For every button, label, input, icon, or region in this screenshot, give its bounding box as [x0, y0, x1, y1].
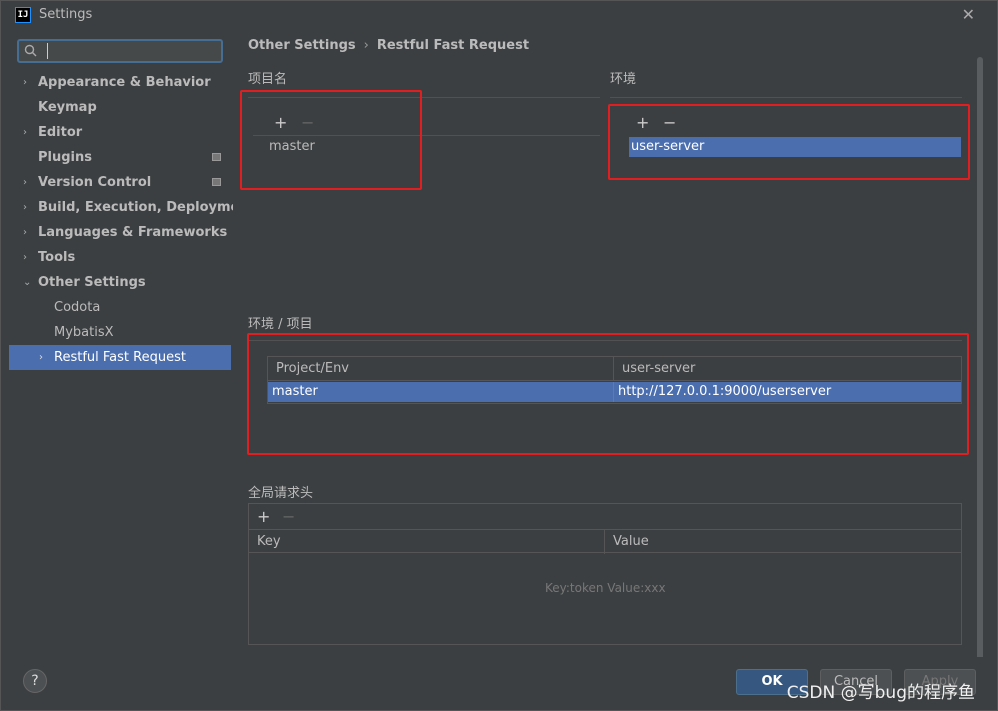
mapping-table: Project/Env user-server master http://12…: [267, 356, 962, 404]
sidebar-item-keymap[interactable]: Keymap: [9, 95, 231, 120]
sidebar-item-label: Plugins: [38, 150, 92, 165]
sidebar-item-label: MybatisX: [54, 325, 114, 340]
remove-header-button[interactable]: −: [282, 509, 295, 525]
mapping-section-divider: [248, 340, 962, 341]
sidebar-item-build[interactable]: › Build, Execution, Deployment: [9, 195, 255, 220]
intellij-logo-icon: IJ: [15, 7, 31, 23]
breadcrumb: Other Settings › Restful Fast Request: [248, 38, 529, 53]
sidebar-item-mybatisx[interactable]: MybatisX: [9, 320, 231, 345]
table-cell-url[interactable]: http://127.0.0.1:9000/userserver: [614, 382, 961, 402]
help-button[interactable]: ?: [23, 669, 47, 693]
sidebar-item-label: Version Control: [38, 175, 152, 190]
search-icon: [24, 44, 38, 58]
sidebar-item-label: Other Settings: [38, 275, 146, 290]
add-project-button[interactable]: +: [274, 115, 287, 131]
project-level-icon: [212, 178, 221, 186]
remove-project-button[interactable]: −: [301, 115, 314, 131]
project-list-divider: [253, 135, 600, 136]
env-section-divider: [610, 97, 962, 98]
chevron-right-icon: ›: [23, 127, 27, 138]
chevron-right-icon: ›: [23, 227, 27, 238]
sidebar-item-codota[interactable]: Codota: [9, 295, 231, 320]
sidebar-item-label: Appearance & Behavior: [38, 75, 211, 90]
mapping-section-title: 环境 / 项目: [248, 317, 313, 332]
project-level-icon: [212, 153, 221, 161]
chevron-right-icon: ›: [39, 352, 43, 363]
chevron-right-icon: ›: [23, 202, 27, 213]
dialog-footer: ? OK Cancel Apply CSDN @写bug的程序鱼: [9, 657, 993, 707]
column-header[interactable]: Value: [605, 530, 961, 554]
csdn-watermark: CSDN @写bug的程序鱼: [786, 683, 975, 703]
headers-table: + − Key Value Key:token Value:xxx: [248, 503, 962, 645]
sidebar-item-label: Languages & Frameworks: [38, 225, 228, 240]
headers-table-header: Key Value: [249, 529, 961, 554]
chevron-right-icon: ›: [23, 77, 27, 88]
breadcrumb-current: Restful Fast Request: [376, 38, 530, 53]
scrollbar-thumb[interactable]: [977, 57, 983, 677]
sidebar-item-version-control[interactable]: › Version Control: [9, 170, 231, 195]
content-scrollbar[interactable]: [975, 57, 985, 677]
env-section-title: 环境: [610, 72, 637, 87]
project-section-title: 项目名: [248, 72, 288, 87]
sidebar-item-appearance[interactable]: › Appearance & Behavior: [9, 70, 231, 95]
title-bar: IJ Settings ✕: [1, 1, 997, 29]
sidebar-item-label: Editor: [38, 125, 83, 140]
settings-sidebar: › Appearance & Behavior Keymap › Editor …: [9, 29, 255, 657]
headers-section-title: 全局请求头: [248, 486, 314, 501]
sidebar-item-plugins[interactable]: Plugins: [9, 145, 231, 170]
project-list-item[interactable]: master: [267, 137, 417, 157]
project-section-divider: [248, 97, 600, 98]
column-header[interactable]: user-server: [614, 357, 961, 381]
sidebar-item-label: Codota: [54, 300, 101, 315]
search-box[interactable]: [17, 39, 223, 63]
chevron-right-icon: ›: [23, 252, 27, 263]
add-header-button[interactable]: +: [257, 509, 270, 525]
sidebar-item-label: Build, Execution, Deployment: [38, 200, 255, 215]
sidebar-item-other-settings[interactable]: ⌄ Other Settings: [9, 270, 231, 295]
table-row[interactable]: master http://127.0.0.1:9000/userserver: [268, 382, 961, 402]
sidebar-item-editor[interactable]: › Editor: [9, 120, 231, 145]
breadcrumb-separator: ›: [363, 38, 369, 53]
sidebar-item-restful-fast-request[interactable]: › Restful Fast Request: [9, 345, 231, 370]
column-header[interactable]: Key: [249, 530, 605, 554]
sidebar-item-label: Restful Fast Request: [54, 350, 186, 365]
breadcrumb-parent[interactable]: Other Settings: [248, 38, 356, 53]
sidebar-item-label: Tools: [38, 250, 76, 265]
sidebar-item-label: Keymap: [38, 100, 97, 115]
settings-tree: › Appearance & Behavior Keymap › Editor …: [9, 70, 255, 370]
remove-env-button[interactable]: −: [663, 115, 676, 131]
chevron-right-icon: ›: [23, 177, 27, 188]
column-header[interactable]: Project/Env: [268, 357, 614, 381]
sidebar-item-languages[interactable]: › Languages & Frameworks: [9, 220, 231, 245]
table-cell-project[interactable]: master: [268, 382, 614, 402]
settings-content: Other Settings › Restful Fast Request 项目名 …: [233, 29, 985, 677]
settings-window: IJ Settings ✕ › Appearance & Behavior Ke…: [0, 0, 998, 711]
mapping-table-header: Project/Env user-server: [268, 357, 961, 381]
close-icon[interactable]: ✕: [962, 5, 975, 24]
sidebar-item-tools[interactable]: › Tools: [9, 245, 231, 270]
add-env-button[interactable]: +: [636, 115, 649, 131]
search-input[interactable]: [47, 43, 217, 59]
window-title: Settings: [39, 7, 93, 22]
empty-table-hint: Key:token Value:xxx: [545, 581, 666, 595]
env-list-item[interactable]: user-server: [629, 137, 961, 157]
chevron-down-icon: ⌄: [23, 277, 32, 288]
